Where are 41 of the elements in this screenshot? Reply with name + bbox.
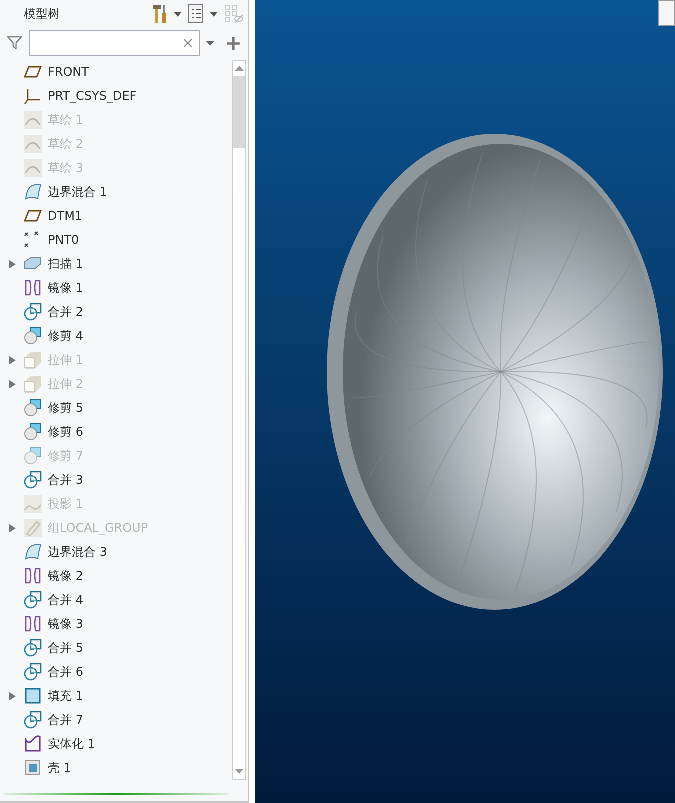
tree-item[interactable]: 边界混合 1 bbox=[48, 184, 108, 200]
tree-item[interactable]: DTM1 bbox=[48, 209, 83, 223]
tree-item[interactable]: PNT0 bbox=[48, 233, 80, 247]
scroll-thumb[interactable] bbox=[233, 76, 245, 148]
tree-item[interactable]: 镜像 2 bbox=[48, 568, 84, 584]
tree-item[interactable]: 修剪 5 bbox=[48, 400, 84, 416]
dropdown-caret-icon[interactable] bbox=[206, 40, 216, 46]
panel-title: 模型树 bbox=[24, 6, 60, 22]
expand-arrow-icon[interactable] bbox=[8, 380, 16, 388]
add-button[interactable]: + bbox=[225, 31, 242, 55]
tree-item[interactable]: FRONT bbox=[48, 65, 89, 79]
tree-item[interactable]: 修剪 6 bbox=[48, 424, 84, 440]
tree-item[interactable]: 实体化 1 bbox=[48, 736, 96, 752]
tree-item[interactable]: 合并 4 bbox=[48, 592, 84, 608]
tree-item[interactable]: 合并 3 bbox=[48, 472, 84, 488]
expand-arrow-icon[interactable] bbox=[8, 260, 16, 268]
expand-arrow-icon[interactable] bbox=[8, 524, 16, 532]
dropdown-caret-icon[interactable] bbox=[174, 12, 182, 16]
tools-icon[interactable] bbox=[152, 4, 168, 24]
expand-arrow-icon[interactable] bbox=[8, 692, 16, 700]
tree-item[interactable]: 镜像 1 bbox=[48, 280, 84, 296]
tree-item[interactable]: 合并 2 bbox=[48, 304, 84, 320]
clear-button[interactable]: × bbox=[182, 34, 200, 52]
tree-item[interactable]: 壳 1 bbox=[48, 760, 72, 776]
tree-item[interactable]: 填充 1 bbox=[48, 688, 84, 704]
scroll-down-icon[interactable] bbox=[234, 769, 244, 774]
filter-icon[interactable] bbox=[7, 35, 23, 51]
list-settings-icon[interactable] bbox=[188, 4, 204, 24]
search-field[interactable]: × bbox=[28, 30, 200, 56]
tree-item[interactable]: 边界混合 3 bbox=[48, 544, 108, 560]
scroll-up-icon[interactable] bbox=[234, 66, 244, 71]
scrollbar[interactable] bbox=[232, 60, 246, 780]
tree-item[interactable]: 扫描 1 bbox=[48, 256, 84, 272]
tree-item[interactable]: 修剪 4 bbox=[48, 328, 84, 344]
tree-item[interactable]: 合并 7 bbox=[48, 712, 84, 728]
expand-arrow-icon[interactable] bbox=[8, 356, 16, 364]
tree-item[interactable]: 合并 5 bbox=[48, 640, 84, 656]
dropdown-caret-icon[interactable] bbox=[210, 12, 218, 16]
tree-item[interactable]: 合并 6 bbox=[48, 664, 84, 680]
tree-item[interactable]: PRT_CSYS_DEF bbox=[48, 89, 137, 103]
tree-item[interactable]: 镜像 3 bbox=[48, 616, 84, 632]
